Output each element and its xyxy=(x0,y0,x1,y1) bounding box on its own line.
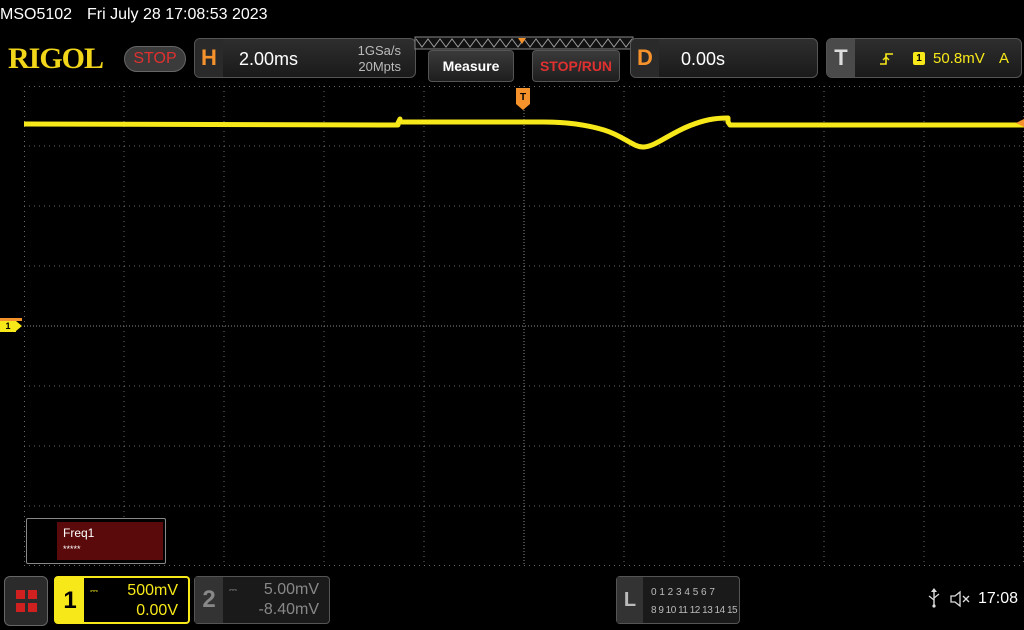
measurement-result-inner: Freq1 ***** xyxy=(57,522,163,560)
channel-1-offset: 0.00V xyxy=(136,602,178,619)
system-time: 17:08 xyxy=(977,590,1018,607)
la-channels-row-1: 0 1 2 3 4 5 6 7 xyxy=(651,587,715,598)
channel-2-panel[interactable]: 2 ⎓ 5.00mV -8.40mV xyxy=(194,576,330,624)
trigger-level-marker[interactable] xyxy=(1016,119,1024,127)
trigger-tag: T xyxy=(827,39,855,77)
memory-depth: 20Mpts xyxy=(358,59,401,74)
horizontal-panel[interactable]: H 2.00ms 1GSa/s 20Mpts xyxy=(194,38,416,78)
measurement-name: Freq1 xyxy=(63,526,95,540)
channel-1-scale: 500mV xyxy=(127,582,178,599)
dc-coupling-icon: ⎓ xyxy=(229,585,237,596)
channel-1-number: 1 xyxy=(56,578,84,622)
dc-coupling-icon: ⎓ xyxy=(90,586,98,597)
sample-rate: 1GSa/s xyxy=(357,43,401,58)
memory-position-strip xyxy=(414,36,634,50)
trigger-mode: A xyxy=(998,50,1009,67)
top-bar: RIGOL STOP H 2.00ms 1GSa/s 20Mpts Measur… xyxy=(0,36,1024,84)
channel-1-ground-marker[interactable]: 1 xyxy=(0,318,22,332)
stop-run-button[interactable]: STOP/RUN xyxy=(532,50,620,82)
run-state-indicator[interactable]: STOP xyxy=(124,46,186,72)
trigger-source-badge: 1 xyxy=(913,52,925,65)
usb-icon xyxy=(928,588,940,608)
delay-value: 0.00s xyxy=(681,49,726,69)
channel-2-number: 2 xyxy=(195,577,223,623)
horizontal-tag: H xyxy=(195,39,223,77)
graticule-center-axes xyxy=(24,86,1024,566)
measurement-value: ***** xyxy=(63,544,81,554)
timebase-value: 2.00ms xyxy=(239,49,299,69)
title-bar: MSO5102 Fri July 28 17:08:53 2023 xyxy=(0,0,1024,32)
delay-panel[interactable]: D 0.00s xyxy=(630,38,818,78)
logic-analyzer-tag: L xyxy=(617,577,643,623)
channel-1-panel[interactable]: 1 ⎓ 500mV 0.00V xyxy=(54,576,190,624)
trigger-marker-label: T xyxy=(516,92,530,104)
rising-edge-icon xyxy=(880,53,893,65)
logic-analyzer-panel[interactable]: L 0 1 2 3 4 5 6 7 8 9 10 11 12 13 14 15 xyxy=(616,576,740,624)
datetime: Fri July 28 17:08:53 2023 xyxy=(87,6,268,23)
speaker-muted-icon[interactable] xyxy=(950,590,972,608)
measurement-result-box[interactable]: Freq1 ***** xyxy=(26,518,166,564)
trigger-position-marker[interactable]: T xyxy=(516,88,530,110)
channel-1-trace xyxy=(24,115,1024,150)
la-channels-row-2: 8 9 10 11 12 13 14 15 xyxy=(651,605,738,616)
main-menu-button[interactable] xyxy=(4,576,48,626)
waveform-display[interactable] xyxy=(24,86,1024,566)
bottom-bar: 1 ⎓ 500mV 0.00V 2 ⎓ 5.00mV -8.40mV L 0 1… xyxy=(0,572,1024,630)
trigger-panel[interactable]: T 1 50.8mV A xyxy=(826,38,1022,78)
delay-tag: D xyxy=(631,39,659,77)
channel-1-marker-label: 1 xyxy=(0,321,16,332)
channel-2-offset: -8.40mV xyxy=(258,601,319,618)
rigol-logo: RIGOL xyxy=(8,42,104,75)
model-name: MSO5102 xyxy=(0,6,73,23)
channel-2-scale: 5.00mV xyxy=(263,581,319,598)
measure-button[interactable]: Measure xyxy=(428,50,514,82)
trigger-level: 50.8mV xyxy=(933,50,985,67)
